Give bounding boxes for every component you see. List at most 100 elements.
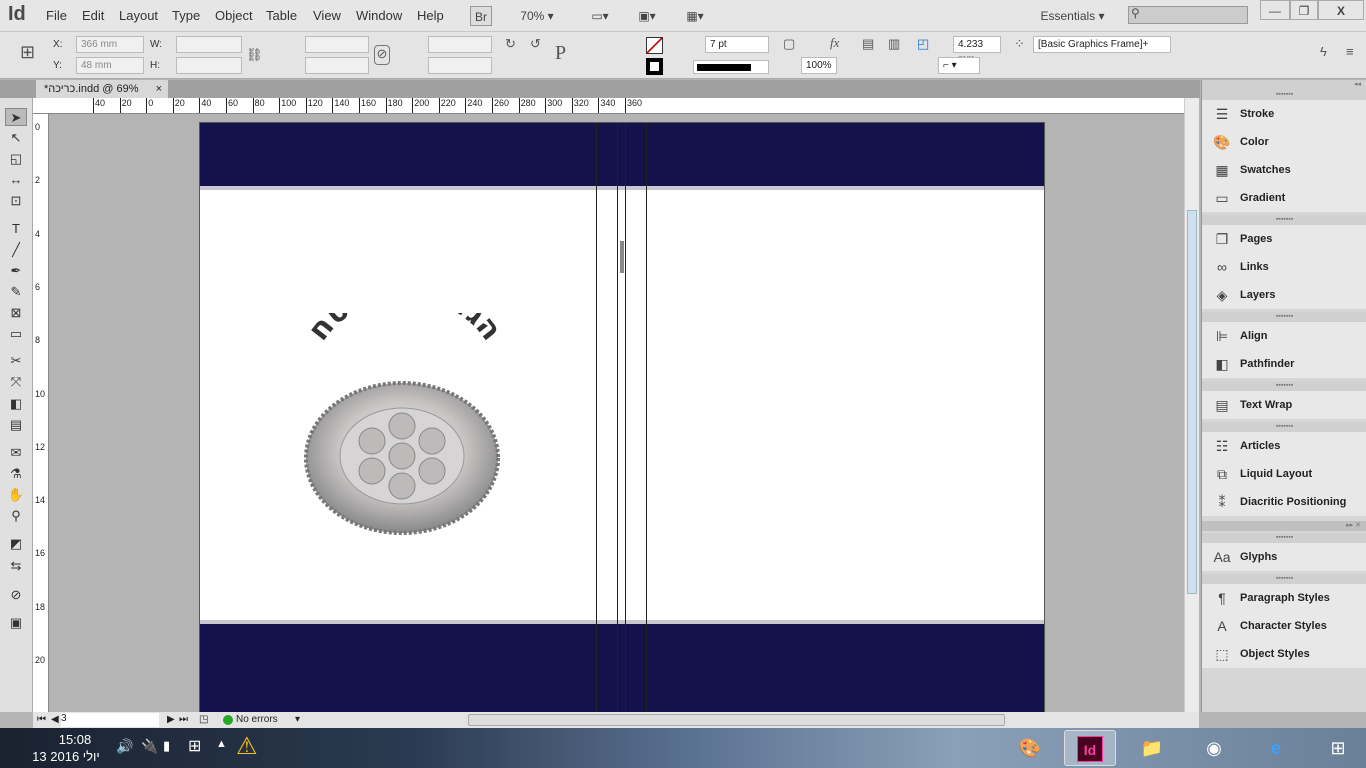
panel-item-pages[interactable]: ❐ Pages [1202,225,1366,253]
shear-field[interactable] [428,57,492,74]
corner-size-field[interactable]: 4.233 mm [953,36,1001,65]
panel-group-grip[interactable]: ▪▪▪▪▪▪▪ [1202,312,1366,322]
object-style-dropdown[interactable]: [Basic Graphics Frame]+ [1033,36,1171,53]
opacity-field[interactable]: 100% [801,57,837,74]
panel-item-stroke[interactable]: ☰ Stroke [1202,100,1366,128]
gradient-feather-tool-icon[interactable]: ▤ [5,416,27,434]
type-tool-icon[interactable]: T [5,220,27,238]
clock-time[interactable]: 15:08 [40,732,110,747]
rotate-ccw-icon[interactable]: ↺ [530,36,541,52]
zoom-dropdown[interactable]: 70% ▾ [512,6,562,26]
panel-item-object-styles[interactable]: ⬚ Object Styles [1202,640,1366,668]
pencil-tool-icon[interactable]: ✎ [5,283,27,301]
taskbar-chrome-icon[interactable]: ◉ [1188,730,1240,766]
panel-item-links[interactable]: ∞ Links [1202,253,1366,281]
stroke-type-dropdown[interactable] [693,60,769,74]
signal-icon[interactable]: ▮ [163,738,170,754]
screen-mode-icon[interactable]: ▣ [5,614,27,632]
panel-item-character-styles[interactable]: A Character Styles [1202,612,1366,640]
bridge-button[interactable]: Br [470,6,492,26]
panel-item-layers[interactable]: ◈ Layers [1202,281,1366,309]
panel-item-pathfinder[interactable]: ◧ Pathfinder [1202,350,1366,378]
panel-item-align[interactable]: ⊫ Align [1202,322,1366,350]
pen-tool-icon[interactable]: ✒ [5,262,27,280]
panel-group-grip[interactable]: ▪▪▪▪▪▪▪ [1202,574,1366,584]
selection-container-icon[interactable]: P [555,42,566,65]
fill-swatch[interactable] [646,37,663,54]
menu-edit[interactable]: Edit [82,8,104,23]
menu-view[interactable]: View [313,8,341,23]
selection-tool-icon[interactable]: ➤ [5,108,27,126]
close-tab-icon[interactable]: × [156,80,162,98]
panel-group-grip[interactable]: ▪▪▪▪▪▪▪ [1202,422,1366,432]
page-spread[interactable]: הגדה של פסח [199,122,1045,712]
close-window-button[interactable]: X [1318,0,1364,20]
panel-group-grip[interactable]: ▪▪▪▪▪▪▪ [1202,381,1366,391]
menu-object[interactable]: Object [215,8,253,23]
menu-type[interactable]: Type [172,8,200,23]
menu-table[interactable]: Table [266,8,297,23]
arrange-documents-icon[interactable]: ▦▾ [680,6,710,26]
gap-tool-icon[interactable]: ↔ [5,171,27,189]
screen-mode-icon[interactable]: ▣▾ [632,6,662,26]
panel-item-glyphs[interactable]: Aa Glyphs [1202,543,1366,571]
document-tab[interactable]: *כריכה.indd @ 69% × [36,80,168,98]
preflight-menu-icon[interactable]: ▾ [295,712,300,728]
restore-button[interactable]: ❐ [1290,0,1318,20]
quick-apply-icon[interactable]: ϟ [1320,44,1327,59]
panel-item-swatches[interactable]: ▦ Swatches [1202,156,1366,184]
taskbar-indesign-icon[interactable]: Id [1064,730,1116,766]
taskbar-explorer-icon[interactable]: 📁 [1126,730,1178,766]
power-icon[interactable]: 🔌 [141,738,158,755]
gradient-swatch-tool-icon[interactable]: ◧ [5,395,27,413]
panel-menu-icon[interactable]: ≡ [1346,44,1354,59]
minimize-button[interactable]: — [1260,0,1290,20]
panel-item-articles[interactable]: ☷ Articles [1202,432,1366,460]
page-number-field[interactable]: 3 [61,713,159,727]
panel-group-grip[interactable]: ▪▪▪▪▪▪▪ [1202,533,1366,543]
panel-item-color[interactable]: 🎨 Color [1202,128,1366,156]
next-page-icon[interactable]: ▶ [167,712,175,728]
rotation-field[interactable] [428,36,492,53]
corner-shape-dropdown[interactable]: ⌐ ▾ [938,57,980,74]
fx-icon[interactable]: fx [830,35,839,51]
y-field[interactable]: 48 mm [76,57,144,74]
rectangle-tool-icon[interactable]: ▭ [5,325,27,343]
free-transform-tool-icon[interactable]: ⤧ [5,373,27,391]
panel-item-gradient[interactable]: ▭ Gradient [1202,184,1366,212]
warning-icon[interactable]: ⚠ [236,732,258,761]
eyedropper-tool-icon[interactable]: ⚗ [5,465,27,483]
view-options-icon[interactable]: ▭▾ [585,6,615,26]
scale-y-field[interactable] [305,57,369,74]
prev-page-icon[interactable]: ◀ [51,712,59,728]
width-field[interactable] [176,36,242,53]
clock-date[interactable]: 13 יולי 2016 [26,749,106,764]
menu-window[interactable]: Window [356,8,402,23]
first-page-icon[interactable]: ⏮ [37,712,46,728]
hand-tool-icon[interactable]: ✋ [5,486,27,504]
direct-selection-tool-icon[interactable]: ↖ [5,129,27,147]
swap-fill-stroke-icon[interactable]: ⇆ [5,557,27,575]
taskbar-paint-icon[interactable]: 🎨 [1004,730,1056,766]
text-wrap-box-icon[interactable]: ▥ [888,36,900,52]
panel-group-header[interactable]: ▸▸ ✕ [1202,521,1366,531]
menu-layout[interactable]: Layout [119,8,158,23]
volume-icon[interactable]: 🔊 [116,738,133,755]
preflight-status[interactable]: No errors [236,712,278,728]
panel-item-text-wrap[interactable]: ▤ Text Wrap [1202,391,1366,419]
note-tool-icon[interactable]: ✉ [5,444,27,462]
stroke-swatch[interactable] [646,58,663,75]
text-wrap-none-icon[interactable]: ▤ [862,36,874,52]
panel-item-paragraph-styles[interactable]: ¶ Paragraph Styles [1202,584,1366,612]
page-tool-icon[interactable]: ◱ [5,150,27,168]
panel-group-grip[interactable]: ▪▪▪▪▪▪▪ [1202,90,1366,100]
seder-plate-artwork[interactable]: הגדה של פסח [290,313,520,543]
open-page-icon[interactable]: ◳ [199,712,208,728]
scale-x-field[interactable] [305,36,369,53]
content-collector-tool-icon[interactable]: ⊡ [5,192,27,210]
rectangle-frame-tool-icon[interactable]: ⊠ [5,304,27,322]
start-button[interactable]: ⊞ [1312,730,1364,766]
frame-handle[interactable] [620,241,624,273]
collapse-dock-icon[interactable]: ◂◂ [1202,80,1366,90]
menu-help[interactable]: Help [417,8,444,23]
